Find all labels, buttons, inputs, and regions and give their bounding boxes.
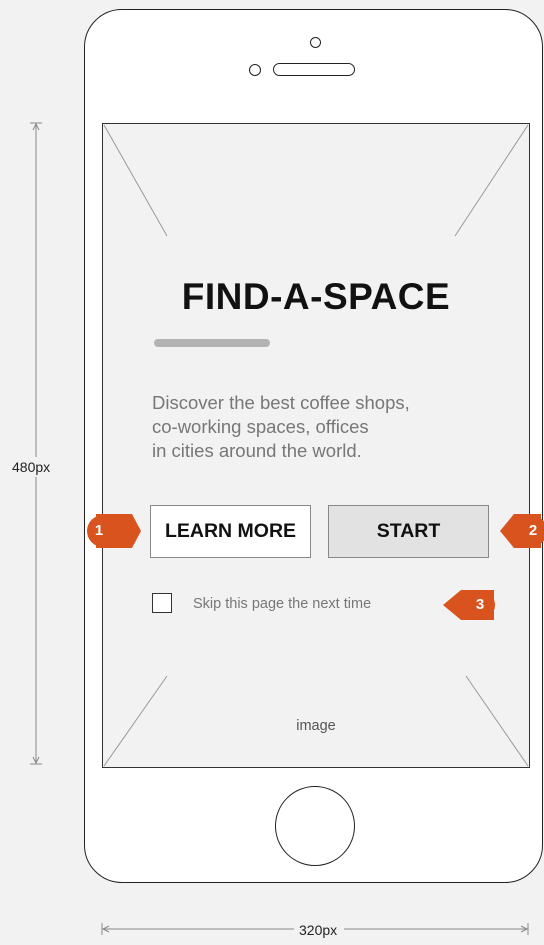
height-dimension-label: 480px	[12, 457, 51, 477]
speaker-grille-icon	[273, 63, 355, 76]
sensor-icon	[249, 64, 261, 76]
callout-marker-3-number: 3	[475, 596, 485, 613]
width-dimension-label: 320px	[297, 922, 340, 938]
home-button[interactable]	[275, 786, 355, 866]
height-ruler	[30, 122, 42, 765]
callout-marker-1-number: 1	[94, 522, 104, 539]
description-line: in cities around the world.	[152, 440, 362, 461]
app-description: Discover the best coffee shops, co-worki…	[152, 391, 482, 463]
start-button[interactable]: START	[328, 505, 489, 558]
title-underline-bar	[154, 339, 270, 347]
learn-more-button[interactable]: LEARN MORE	[150, 505, 311, 558]
description-line: Discover the best coffee shops,	[152, 392, 410, 413]
callout-marker-2-number: 2	[528, 522, 538, 539]
app-title: FIND-A-SPACE	[181, 276, 451, 317]
description-line: co-working spaces, offices	[152, 416, 369, 437]
skip-page-checkbox[interactable]	[152, 593, 172, 613]
image-placeholder-label: image	[296, 718, 336, 734]
skip-page-label[interactable]: Skip this page the next time	[193, 596, 371, 612]
front-camera-icon	[310, 37, 321, 48]
